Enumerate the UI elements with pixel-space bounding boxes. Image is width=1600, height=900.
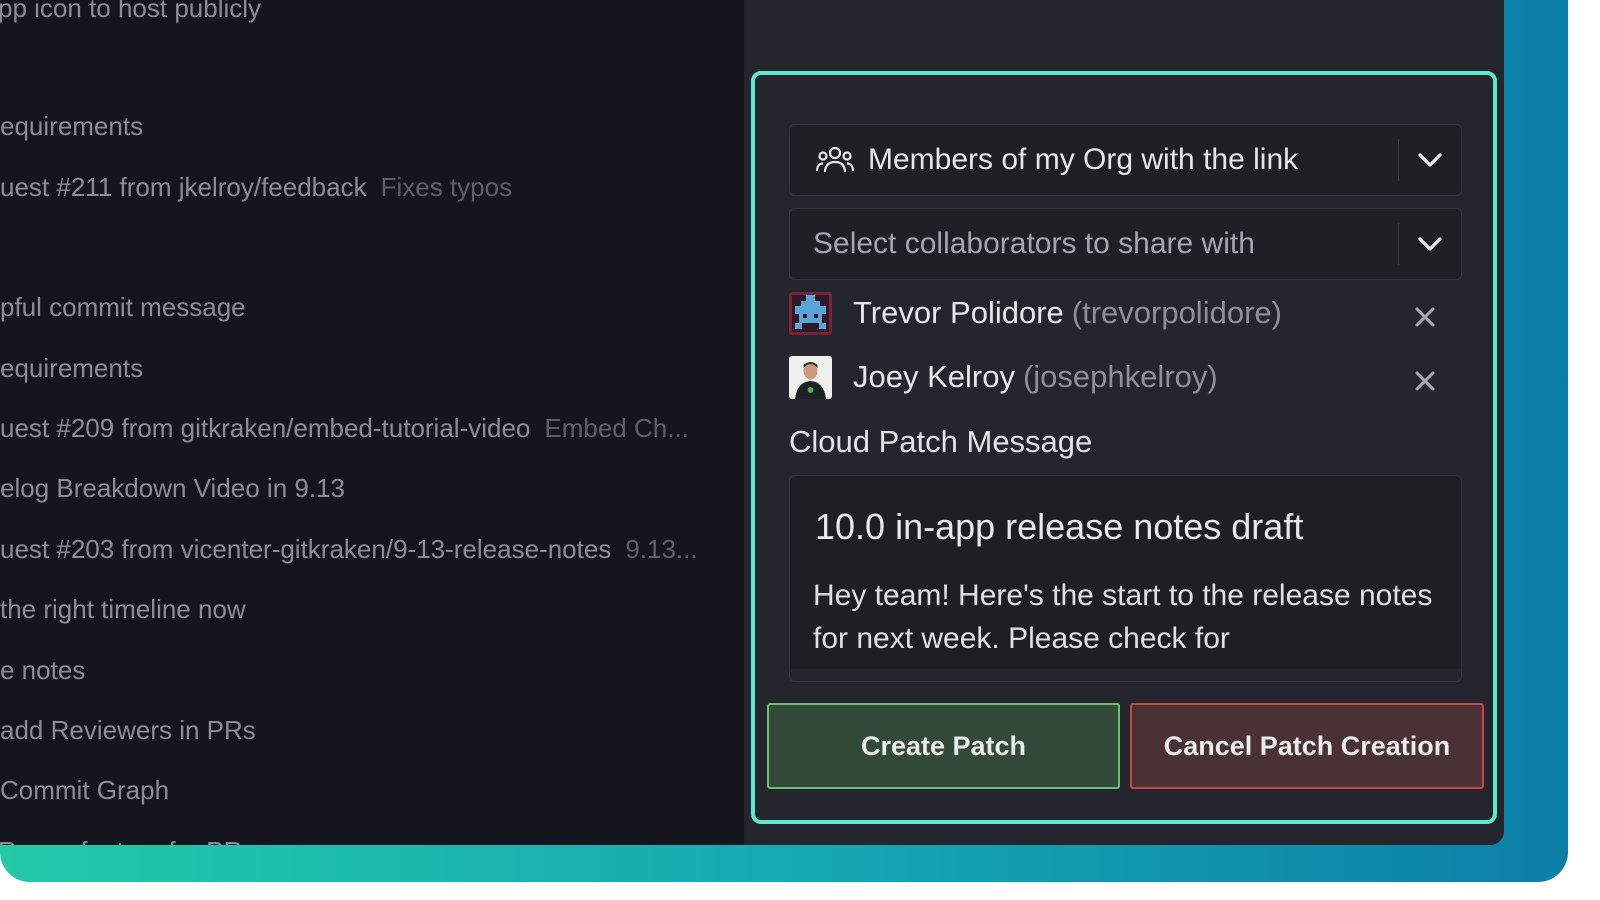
commit-description: Fixes typos [380, 172, 513, 202]
commit-row[interactable]: uest #203 from vicenter-gitkraken/9-13-r… [0, 532, 698, 566]
message-title: 10.0 in-app release notes draft [815, 506, 1304, 547]
commit-row[interactable]: elog Breakdown Video in 9.13 [0, 471, 345, 505]
commit-list: pp icon to host publicly equirements ues… [0, 0, 744, 845]
create-patch-button[interactable]: Create Patch [767, 703, 1120, 789]
commit-message: pp icon to host publicly [0, 0, 262, 23]
commit-message: the right timeline now [0, 594, 246, 624]
commit-message: Reuse feature for PRs [0, 836, 255, 845]
chevron-down-icon[interactable] [1417, 231, 1443, 257]
commit-description: 9.13... [625, 534, 698, 564]
commit-row[interactable]: uest #211 from jkelroy/feedback Fixes typ… [0, 170, 512, 204]
commit-message: equirements [0, 353, 144, 383]
commit-row[interactable]: Reuse feature for PRs [0, 834, 255, 845]
commit-row[interactable]: pp icon to host publicly [0, 0, 261, 25]
collaborators-placeholder: Select collaborators to share with [813, 227, 1255, 260]
cancel-patch-button[interactable]: Cancel Patch Creation [1130, 703, 1484, 789]
collaborator-name: Joey Kelroy [853, 359, 1015, 394]
visibility-value: Members of my Org with the link [868, 143, 1299, 176]
commit-row[interactable]: pful commit message [0, 290, 246, 324]
collaborator-username: (trevorpolidore) [1071, 295, 1282, 330]
commit-row[interactable]: add Reviewers in PRs [0, 713, 256, 747]
commit-message: Commit Graph [0, 775, 170, 805]
commit-message: uest #203 from vicenter-gitkraken/9-13-r… [0, 534, 612, 564]
message-body: Hey team! Here's the start to the releas… [813, 579, 1433, 655]
chevron-down-icon[interactable] [1417, 147, 1443, 173]
collaborator-item: Joey Kelroy (josephkelroy) [789, 356, 1462, 404]
people-icon [816, 146, 854, 173]
commit-message: equirements [0, 111, 144, 141]
collaborator-username: (josephkelroy) [1022, 359, 1218, 394]
commit-message: add Reviewers in PRs [0, 715, 256, 745]
select-separator [1398, 223, 1399, 265]
commit-message: pful commit message [0, 292, 246, 322]
commit-message: elog Breakdown Video in 9.13 [0, 473, 345, 503]
commit-message: uest #211 from jkelroy/feedback [0, 172, 367, 202]
commit-message: uest #209 from gitkraken/embed-tutorial-… [0, 413, 531, 443]
visibility-select[interactable]: Members of my Org with the link [789, 124, 1462, 196]
commit-row[interactable]: equirements [0, 351, 143, 385]
close-icon[interactable] [1414, 306, 1436, 328]
commit-row[interactable]: Commit Graph [0, 773, 169, 807]
collaborator-item: Trevor Polidore (trevorpolidore) [789, 292, 1462, 340]
commit-row[interactable]: e notes [0, 653, 85, 687]
commit-description: Embed Ch... [544, 413, 689, 443]
commit-message: e notes [0, 655, 86, 685]
collaborators-select[interactable]: Select collaborators to share with [789, 208, 1462, 280]
commit-row[interactable]: uest #209 from gitkraken/embed-tutorial-… [0, 411, 689, 445]
avatar [789, 292, 832, 335]
close-icon[interactable] [1414, 370, 1436, 392]
message-label: Cloud Patch Message [789, 424, 1093, 459]
collaborator-name: Trevor Polidore [853, 295, 1064, 330]
textarea-footer [790, 669, 1461, 681]
select-separator [1398, 139, 1399, 181]
commit-row[interactable]: equirements [0, 109, 143, 143]
commit-row[interactable]: the right timeline now [0, 592, 246, 626]
message-textarea[interactable]: 10.0 in-app release notes draft Hey team… [789, 475, 1462, 682]
avatar [789, 356, 832, 399]
